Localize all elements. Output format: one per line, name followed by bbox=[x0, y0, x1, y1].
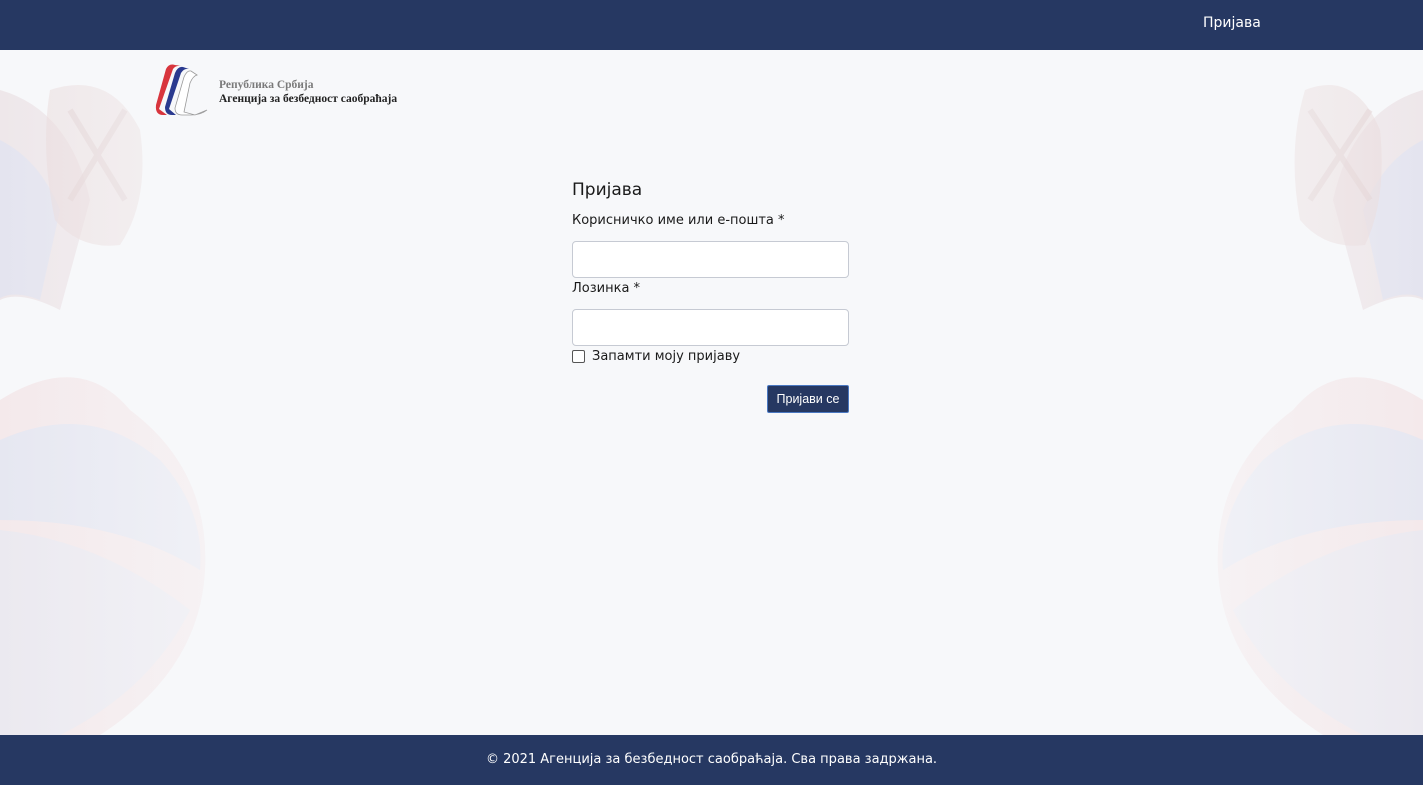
page-footer: © 2021 Агенција за безбедност саобраћаја… bbox=[0, 735, 1423, 785]
remember-me-label[interactable]: Запамти моју пријаву bbox=[592, 349, 740, 364]
flag-decoration-left bbox=[0, 50, 215, 735]
flag-decoration-right bbox=[1215, 50, 1423, 735]
logo-line-agency: Агенција за безбедност саобраћаја bbox=[219, 93, 398, 105]
nav-login-link[interactable]: Пријава bbox=[1203, 15, 1261, 31]
remember-me-row[interactable]: Запамти моју пријаву bbox=[572, 349, 740, 364]
checkbox-unchecked-icon[interactable] bbox=[572, 350, 585, 363]
top-navbar: Пријава bbox=[0, 0, 1423, 50]
agency-logo[interactable]: Република Србија Агенција за безбедност … bbox=[155, 63, 415, 119]
logo-line-republic: Република Србија bbox=[219, 79, 314, 91]
form-title: Пријава bbox=[572, 180, 643, 200]
password-field[interactable] bbox=[572, 309, 849, 346]
login-submit-button[interactable]: Пријави се bbox=[767, 385, 849, 413]
username-label: Корисничко име или е-пошта * bbox=[572, 213, 785, 228]
username-field[interactable] bbox=[572, 241, 849, 278]
password-label: Лозинка * bbox=[572, 281, 641, 296]
footer-copyright: © 2021 Агенција за безбедност саобраћаја… bbox=[485, 752, 938, 767]
agency-stripes-logo-icon bbox=[155, 64, 208, 116]
